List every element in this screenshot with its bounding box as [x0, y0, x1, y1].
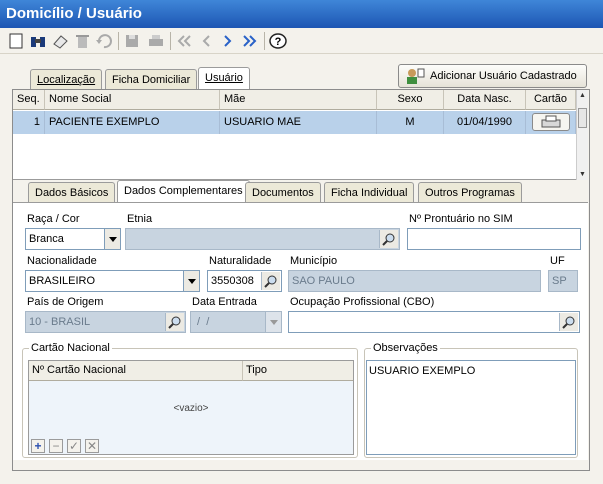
observacoes-textarea[interactable]: USUARIO EXEMPLO	[366, 360, 576, 455]
table-cell-data-nasc[interactable]: 01/04/1990	[444, 111, 526, 134]
col-mae[interactable]: Mãe	[220, 90, 377, 110]
next-icon[interactable]	[218, 31, 238, 51]
users-grid[interactable]: Seq. Nome Social Mãe Sexo Data Nasc. Car…	[13, 90, 588, 180]
grid-scrollbar[interactable]: ▲ ▼	[576, 90, 588, 180]
pais-label: País de Origem	[27, 296, 104, 308]
search-icon[interactable]	[165, 313, 184, 331]
add-icon[interactable]: +	[31, 439, 45, 453]
raca-label: Raça / Cor	[27, 213, 80, 225]
last-icon[interactable]	[240, 31, 260, 51]
tab-label: Usuário	[205, 72, 243, 84]
tab-ficha-individual[interactable]: Ficha Individual	[324, 182, 415, 202]
prontuario-field[interactable]	[407, 228, 581, 250]
tab-label: Dados Complementares	[124, 185, 243, 197]
municipio-field[interactable]: SAO PAULO	[288, 270, 541, 292]
uf-label: UF	[550, 255, 565, 267]
undo-icon[interactable]	[94, 31, 114, 51]
find-icon[interactable]	[28, 31, 48, 51]
nacionalidade-label: Nacionalidade	[27, 255, 97, 267]
prev-icon[interactable]	[196, 31, 216, 51]
raca-value: Branca	[29, 233, 64, 245]
ocupacao-field[interactable]	[288, 311, 580, 333]
data-entrada-field[interactable]: / /	[190, 311, 282, 333]
pais-field[interactable]: 10 - BRASIL	[25, 311, 186, 333]
table-cell-mae[interactable]: USUARIO MAE	[220, 111, 377, 134]
etnia-field[interactable]	[125, 228, 400, 250]
col-data-nasc[interactable]: Data Nasc.	[444, 90, 526, 110]
cartao-grid[interactable]: Nº Cartão Nacional Tipo <vazio> + − ✓ ✕	[28, 360, 354, 455]
remove-icon[interactable]: −	[49, 439, 63, 453]
tab-label: Ficha Individual	[331, 187, 408, 199]
trash-icon[interactable]	[72, 31, 92, 51]
cancel-icon[interactable]: ✕	[85, 439, 99, 453]
add-user-button[interactable]: Adicionar Usuário Cadastrado	[398, 64, 587, 88]
tab-label: Documentos	[252, 187, 314, 199]
add-user-label: Adicionar Usuário Cadastrado	[430, 70, 577, 82]
tab-usuario[interactable]: Usuário	[198, 67, 250, 89]
first-icon[interactable]	[174, 31, 194, 51]
table-cell-sexo[interactable]: M	[377, 111, 444, 134]
tab-documentos[interactable]: Documentos	[245, 182, 321, 202]
search-icon[interactable]	[559, 313, 578, 331]
help-icon[interactable]: ?	[268, 31, 288, 51]
save-icon[interactable]	[122, 31, 142, 51]
municipio-label: Município	[290, 255, 338, 267]
search-icon[interactable]	[261, 272, 280, 290]
tab-localizacao[interactable]: Localização	[30, 69, 103, 89]
tab-label: Dados Básicos	[35, 187, 109, 199]
col-sexo[interactable]: Sexo	[377, 90, 444, 110]
toolbar: ?	[0, 28, 603, 54]
observacoes-group-title: Observações	[371, 342, 440, 354]
naturalidade-value: 3550308	[211, 275, 254, 287]
table-cell-nome[interactable]: PACIENTE EXEMPLO	[45, 111, 220, 134]
cartao-group-title: Cartão Nacional	[29, 342, 112, 354]
prontuario-label: Nº Prontuário no SIM	[409, 213, 513, 225]
add-user-icon	[407, 68, 425, 84]
pais-value: 10 - BRASIL	[29, 316, 91, 328]
col-seq[interactable]: Seq.	[13, 90, 45, 110]
col-cartao[interactable]: Cartão	[526, 90, 576, 110]
chevron-down-icon[interactable]	[104, 229, 120, 249]
col-cartao-nacional[interactable]: Nº Cartão Nacional	[29, 361, 243, 381]
tab-label: Ficha Domiciliar	[112, 74, 191, 86]
nacionalidade-select[interactable]: BRASILEIRO	[25, 270, 200, 292]
print-icon[interactable]	[146, 31, 166, 51]
naturalidade-field[interactable]: 3550308	[207, 270, 282, 292]
naturalidade-label: Naturalidade	[209, 255, 272, 267]
data-entrada-value: / /	[194, 316, 210, 328]
table-cell-cartao[interactable]	[526, 111, 576, 134]
new-icon[interactable]	[6, 31, 26, 51]
tab-ficha-domiciliar[interactable]: Ficha Domiciliar	[105, 69, 198, 89]
tab-outros-programas[interactable]: Outros Programas	[418, 182, 522, 202]
confirm-icon[interactable]: ✓	[67, 439, 81, 453]
data-entrada-label: Data Entrada	[192, 296, 257, 308]
ocupacao-label: Ocupação Profissional (CBO)	[290, 296, 435, 308]
chevron-down-icon[interactable]	[265, 312, 281, 332]
col-nome-social[interactable]: Nome Social	[45, 90, 220, 110]
print-card-button[interactable]	[532, 113, 570, 131]
search-icon[interactable]	[379, 230, 398, 248]
table-cell-seq[interactable]: 1	[13, 111, 45, 134]
col-tipo[interactable]: Tipo	[243, 361, 353, 381]
nacionalidade-value: BRASILEIRO	[29, 275, 96, 287]
tab-label: Outros Programas	[425, 187, 515, 199]
uf-field[interactable]: SP	[548, 270, 578, 292]
tab-dados-basicos[interactable]: Dados Básicos	[28, 182, 116, 202]
window-title: Domicílio / Usuário	[0, 0, 603, 28]
chevron-down-icon[interactable]	[183, 271, 199, 291]
raca-select[interactable]: Branca	[25, 228, 121, 250]
eraser-icon[interactable]	[50, 31, 70, 51]
tab-dados-complementares[interactable]: Dados Complementares	[117, 180, 250, 202]
svg-text:?: ?	[275, 36, 282, 48]
printer-icon	[541, 115, 561, 128]
etnia-label: Etnia	[127, 213, 153, 225]
empty-text: <vazio>	[173, 403, 209, 414]
tab-label: Localização	[37, 74, 96, 86]
